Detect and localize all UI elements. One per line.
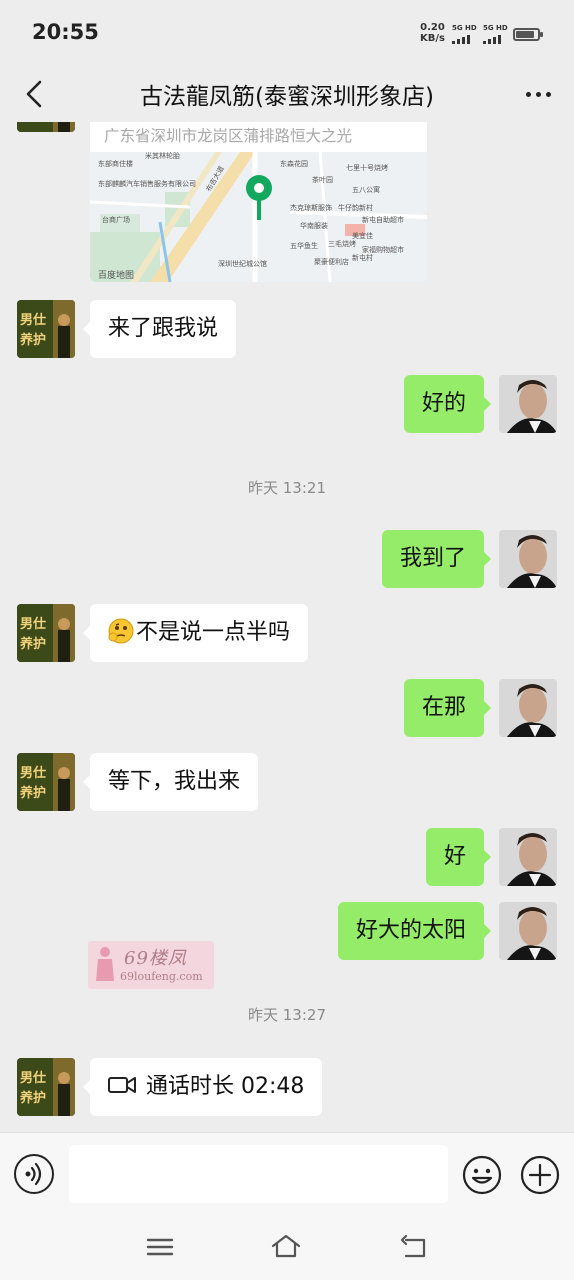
home-icon xyxy=(271,1234,301,1258)
map-label: 牛仔韵新村 xyxy=(338,203,373,212)
watermark-figure-icon xyxy=(96,947,114,981)
home-button[interactable] xyxy=(270,1232,302,1262)
map-label: 茶叶园 xyxy=(312,175,333,184)
avatar-text-2: 养护 xyxy=(19,785,46,801)
map-label: 美宜佳 xyxy=(352,231,373,240)
call-duration-text: 通话时长 02:48 xyxy=(146,1074,305,1099)
emoji-icon xyxy=(462,1155,502,1195)
menu-button[interactable] xyxy=(144,1232,176,1262)
contact-avatar[interactable]: 男仕养护 xyxy=(17,753,75,811)
map-label: 台商广场 xyxy=(102,215,130,224)
contact-avatar[interactable]: 男仕养护 xyxy=(17,300,75,358)
map-label: 家福购物超市 xyxy=(362,245,404,254)
voice-icon xyxy=(25,1162,42,1186)
signal-sim1-icon: 5G HD xyxy=(452,24,482,44)
location-card[interactable]: 广东省深圳市龙岗区蒲排路恒大之光 东部商住楼东部麒麟汽车销售服务有限公司 米其林轮… xyxy=(90,122,427,282)
back-nav-button[interactable] xyxy=(398,1232,430,1262)
contact-avatar[interactable]: 男仕养护 xyxy=(17,122,75,132)
more-dots-icon xyxy=(525,91,531,97)
self-avatar[interactable] xyxy=(499,902,557,960)
avatar-text-1: 男仕 xyxy=(20,765,46,781)
avatar-text-2: 养护 xyxy=(19,636,46,652)
input-bar xyxy=(0,1132,574,1216)
avatar-text-2: 养护 xyxy=(19,1090,46,1106)
battery-icon xyxy=(513,28,543,41)
status-time: 20:55 xyxy=(32,20,99,44)
message-bubble-sent[interactable]: 好大的太阳 xyxy=(337,902,492,960)
message-bubble-sent[interactable]: 好的 xyxy=(403,375,492,433)
self-avatar[interactable] xyxy=(499,375,557,433)
menu-icon xyxy=(146,1238,174,1256)
video-call-icon xyxy=(108,1077,136,1093)
map-label: 华南服装 xyxy=(300,221,328,230)
more-button[interactable] xyxy=(516,74,560,114)
map-label: 三毛烧烤 xyxy=(328,239,356,248)
plus-icon xyxy=(520,1155,560,1195)
avatar-text-1: 男仕 xyxy=(20,1070,46,1086)
back-button[interactable] xyxy=(14,74,54,114)
chat-title: 古法龍凤筋(泰蜜深圳形象店) xyxy=(140,84,434,110)
chat-message-list[interactable]: 男仕养护 广东省深圳市龙岗区蒲排路恒大之光 东部商住楼东部麒麟汽车销售服务有限公… xyxy=(0,122,574,1132)
thinking-face-icon xyxy=(108,618,134,644)
system-nav-bar xyxy=(0,1216,574,1280)
message-bubble-received[interactable]: 等下，我出来 xyxy=(82,753,259,811)
network-speed: 0.20 KB/s xyxy=(420,22,445,44)
message-bubble-sent[interactable]: 在那 xyxy=(403,679,492,737)
return-icon xyxy=(400,1234,426,1258)
self-avatar[interactable] xyxy=(499,679,557,737)
self-avatar[interactable] xyxy=(499,828,557,886)
map-label: 东部商住楼 xyxy=(98,159,133,168)
message-bubble-received[interactable]: 来了跟我说 xyxy=(82,300,237,358)
location-address: 广东省深圳市龙岗区蒲排路恒大之光 xyxy=(104,127,353,145)
map-label: 深圳世纪城公馆 xyxy=(218,259,267,268)
map-label: 新屯村 xyxy=(352,253,373,262)
location-map[interactable]: 东部商住楼东部麒麟汽车销售服务有限公司 米其林轮胎东森花园 七里十号烧烤茶叶园五八公… xyxy=(90,151,427,282)
watermark-title: 69楼凤 xyxy=(124,948,187,969)
sim2-label: 5G HD xyxy=(483,24,508,32)
voice-button[interactable] xyxy=(14,1154,54,1194)
chat-header: 古法龍凤筋(泰蜜深圳形象店) xyxy=(0,66,574,122)
network-speed-value: 0.20 xyxy=(420,22,445,33)
more-functions-button[interactable] xyxy=(519,1154,561,1196)
map-label: 米其林轮胎 xyxy=(145,152,180,160)
message-input[interactable] xyxy=(69,1145,448,1203)
emoji-button[interactable] xyxy=(461,1154,503,1196)
message-text: 不是说一点半吗 xyxy=(136,620,291,645)
map-label: 新屯自助超市 xyxy=(362,215,404,224)
network-speed-unit: KB/s xyxy=(420,33,445,44)
map-label: 聚豪便利店 xyxy=(314,257,349,266)
contact-avatar[interactable]: 男仕养护 xyxy=(17,1058,75,1116)
timestamp: 昨天 13:21 xyxy=(248,479,326,497)
avatar-text-2: 养护 xyxy=(19,332,46,348)
message-bubble-sent[interactable]: 我到了 xyxy=(381,530,492,588)
watermark: 69楼凤 69loufeng.com xyxy=(88,941,214,989)
message-bubble-sent[interactable]: 好 xyxy=(425,828,492,886)
map-label: 杰克琼斯服饰 xyxy=(290,203,332,212)
sim1-label: 5G HD xyxy=(452,24,477,32)
timestamp: 昨天 13:27 xyxy=(248,1006,326,1024)
battery-level xyxy=(516,31,534,38)
contact-avatar[interactable]: 男仕养护 xyxy=(17,604,75,662)
map-attribution: 百度地图 xyxy=(98,269,134,281)
back-arrow-icon xyxy=(26,80,42,108)
message-bubble-received[interactable]: 不是说一点半吗 xyxy=(82,604,309,662)
status-bar: 20:55 0.20 KB/s 5G HD 5G HD xyxy=(0,0,574,66)
signal-sim2-icon: 5G HD xyxy=(483,24,513,44)
self-avatar[interactable] xyxy=(499,530,557,588)
map-label: 东部麒麟汽车销售服务有限公司 xyxy=(98,179,196,188)
avatar-text-1: 男仕 xyxy=(20,616,46,632)
call-record-bubble[interactable]: 通话时长 02:48 xyxy=(82,1058,323,1116)
map-label: 五华鱼生 xyxy=(290,241,318,250)
watermark-url: 69loufeng.com xyxy=(120,970,203,983)
map-label: 东森花园 xyxy=(280,159,308,168)
map-label: 五八公寓 xyxy=(352,185,380,194)
map-label: 七里十号烧烤 xyxy=(346,163,388,172)
avatar-text-1: 男仕 xyxy=(20,312,46,328)
